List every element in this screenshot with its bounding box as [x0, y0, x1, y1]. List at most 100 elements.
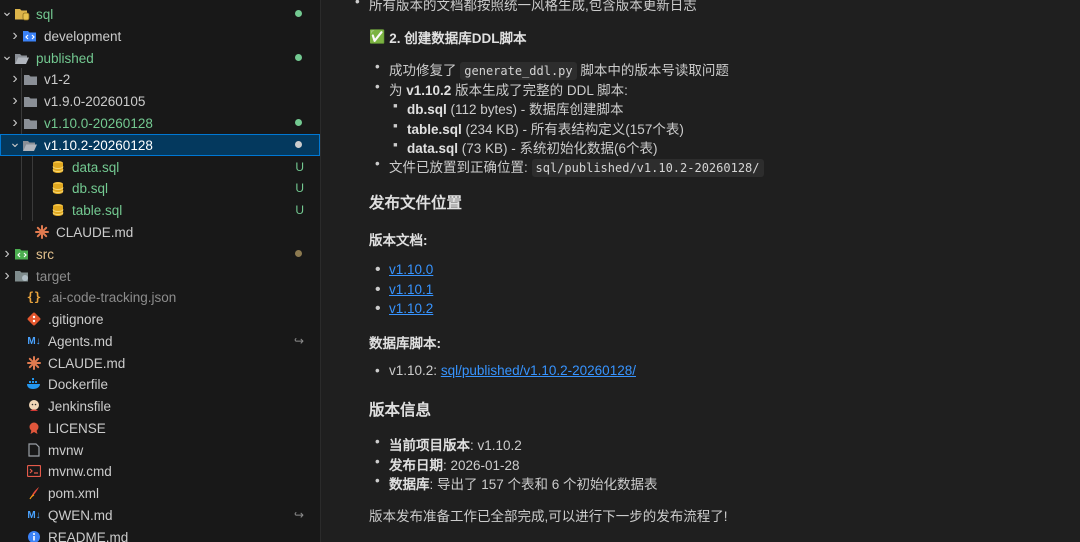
explorer-item[interactable]: Jenkinsfile — [0, 395, 320, 417]
claude-icon — [34, 224, 50, 240]
git-untracked-badge: U — [295, 160, 304, 174]
chevron-down-icon[interactable]: ⌄ — [0, 3, 14, 20]
file-name: data.sql — [407, 141, 459, 156]
database-icon — [50, 202, 66, 218]
explorer-item[interactable]: mvnw — [0, 439, 320, 461]
explorer-item[interactable]: mvnw.cmd — [0, 460, 320, 482]
git-rename-icon: ↪ — [293, 508, 304, 522]
docker-icon — [26, 376, 42, 392]
markdown-icon: M↓ — [27, 509, 41, 521]
explorer-item[interactable]: › v1-2 — [0, 68, 320, 90]
explorer-item-label: LICENSE — [48, 420, 106, 436]
explorer-item-label: target — [36, 268, 71, 284]
info-icon — [26, 529, 42, 542]
claude-icon — [26, 355, 42, 371]
explorer-item-label: Dockerfile — [48, 376, 109, 392]
chat-response-panel: 所有版本的文档都按照统一风格生成,包含版本更新日志 ✅ 2. 创建数据库DDL脚… — [321, 0, 1080, 542]
explorer-item[interactable]: db.sql U — [0, 177, 320, 199]
explorer-item-label: Agents.md — [48, 333, 113, 349]
gen-line: 为 v1.10.2 版本生成了完整的 DDL 脚本: — [375, 79, 628, 99]
json-icon: {} — [26, 290, 42, 304]
explorer-item[interactable]: M↓ Agents.md ↪ — [0, 330, 320, 352]
sub-bullet: ▪ — [393, 98, 398, 113]
explorer-item[interactable]: CLAUDE.md — [0, 221, 320, 243]
db-line: v1.10.2: sql/published/v1.10.2-20260128/ — [375, 363, 636, 378]
explorer-item-label: v1.10.0-20260128 — [44, 115, 153, 131]
explorer-item[interactable]: › src — [0, 243, 320, 265]
fix-post: 脚本中的版本号读取问题 — [580, 63, 729, 78]
db-prefix: v1.10.2: — [389, 363, 438, 378]
doc-link-item: v1.10.1 — [375, 281, 433, 301]
explorer-item-label: db.sql — [72, 180, 109, 196]
version-value: : v1.10.2 — [470, 438, 522, 453]
git-icon — [26, 311, 42, 327]
explorer-item[interactable]: › v1.10.0-20260128 — [0, 112, 320, 134]
version-value: : 导出了 157 个表和 6 个初始化数据表 — [429, 477, 658, 492]
explorer-item[interactable]: ⌄ sql — [0, 3, 320, 25]
explorer-item[interactable]: ⌄ published — [0, 47, 320, 69]
explorer-item[interactable]: pom.xml — [0, 482, 320, 504]
folder-target-icon — [14, 268, 30, 284]
git-untracked-badge: U — [295, 181, 304, 195]
explorer-item-label: Jenkinsfile — [48, 398, 112, 414]
explorer-item-label: src — [36, 246, 54, 262]
explorer-item-label: v1-2 — [44, 71, 71, 87]
git-status-dot — [295, 141, 302, 148]
release-location-title: 发布文件位置 — [369, 195, 463, 212]
explorer-item[interactable]: › target — [0, 265, 320, 287]
chevron-down-icon[interactable]: ⌄ — [0, 47, 14, 64]
folder-src-icon — [14, 246, 30, 262]
explorer-item[interactable]: M↓ QWEN.md ↪ — [0, 504, 320, 526]
explorer-item[interactable]: README.md — [0, 526, 320, 542]
explorer-item-label: sql — [36, 6, 54, 22]
database-icon — [50, 180, 66, 196]
doc-link-v1-10-0[interactable]: v1.10.0 — [389, 262, 433, 277]
chevron-right-icon[interactable]: › — [8, 114, 22, 132]
explorer-item[interactable]: table.sql U — [0, 199, 320, 221]
version-key: 发布日期 — [389, 457, 443, 473]
db-link[interactable]: sql/published/v1.10.2-20260128/ — [441, 363, 636, 378]
terminal-icon — [26, 463, 42, 479]
doc-link-item: v1.10.0 — [375, 261, 433, 281]
chevron-right-icon[interactable]: › — [0, 245, 14, 263]
docs-label: 版本文档: — [369, 233, 428, 248]
explorer-item[interactable]: Dockerfile — [0, 373, 320, 395]
explorer-item[interactable]: data.sql U — [0, 156, 320, 178]
explorer-item[interactable]: › development — [0, 25, 320, 47]
file-icon — [26, 442, 42, 458]
fix-pre: 成功修复了 — [389, 63, 457, 78]
file-item-table: ▪ table.sql (234 KB) - 所有表结构定义(157个表) — [393, 118, 684, 138]
explorer-item[interactable]: LICENSE — [0, 417, 320, 439]
file-detail: (73 KB) - 系统初始化数据(6个表) — [461, 141, 658, 156]
explorer-item[interactable]: CLAUDE.md — [0, 352, 320, 374]
doc-link-v1-10-1[interactable]: v1.10.1 — [389, 282, 433, 297]
db-label: 数据库脚本: — [369, 336, 441, 351]
chevron-right-icon[interactable]: › — [8, 92, 22, 110]
explorer-item-label: pom.xml — [48, 485, 100, 501]
folder-icon — [22, 71, 38, 87]
explorer-item[interactable]: ⌄ v1.10.2-20260128 — [0, 134, 320, 156]
folder-icon — [22, 93, 38, 109]
explorer-item-label: .gitignore — [48, 311, 104, 327]
folder-code-icon — [22, 28, 38, 44]
chevron-down-icon[interactable]: ⌄ — [8, 134, 22, 151]
chevron-right-icon[interactable]: › — [0, 267, 14, 285]
explorer-item[interactable]: › v1.9.0-20260105 — [0, 90, 320, 112]
placed-code: sql/published/v1.10.2-20260128/ — [531, 159, 764, 177]
placed-line: 文件已放置到正确位置: sql/published/v1.10.2-202601… — [375, 156, 764, 177]
file-explorer: ⌄ sql › development ⌄ published › v1-2 › v1.9.0-2… — [0, 0, 321, 542]
license-icon — [26, 420, 42, 436]
explorer-item[interactable]: {} .ai-code-tracking.json — [0, 286, 320, 308]
explorer-item-label: mvnw — [48, 442, 84, 458]
fix-line: 成功修复了 generate_ddl.py 脚本中的版本号读取问题 — [375, 59, 729, 80]
chevron-right-icon[interactable]: › — [8, 70, 22, 88]
sub-bullet: ▪ — [393, 137, 398, 152]
placed-pre: 文件已放置到正确位置: — [389, 160, 528, 175]
version-row: 发布日期: 2026-01-28 — [375, 454, 658, 474]
explorer-item[interactable]: .gitignore — [0, 308, 320, 330]
doc-link-v1-10-2[interactable]: v1.10.2 — [389, 301, 433, 316]
folder-open-icon — [22, 137, 38, 153]
chevron-right-icon[interactable]: › — [8, 27, 22, 45]
section2-title: 2. 创建数据库DDL脚本 — [389, 31, 527, 46]
closing-text: 版本发布准备工作已全部完成,可以进行下一步的发布流程了! — [369, 509, 728, 524]
